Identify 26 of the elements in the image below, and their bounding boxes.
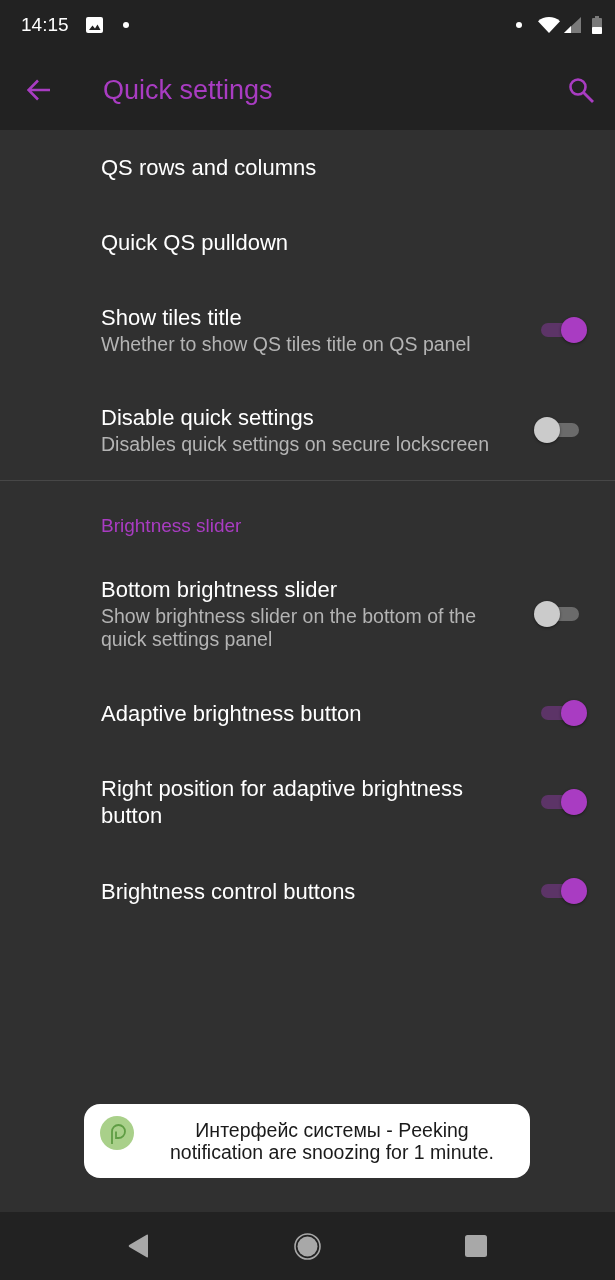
status-time: 14:15 — [21, 14, 69, 36]
toast-text: Интерфейс системы - Peeking notification are snoozing for 1 minute. — [168, 1119, 496, 1163]
setting-title[interactable]: QS rows and columns — [101, 154, 317, 181]
page-title: Quick settings — [103, 74, 273, 106]
back-arrow-icon[interactable] — [27, 79, 51, 101]
setting-title[interactable]: Brightness control buttons — [101, 877, 356, 905]
setting-title[interactable]: Quick QS pulldown — [101, 229, 289, 256]
category-title: Brightness slider — [101, 515, 242, 536]
setting-title[interactable]: Show tiles title — [101, 304, 242, 331]
wifi-icon — [538, 17, 560, 33]
notification-dot-icon — [516, 22, 522, 28]
setting-summary: Show brightness slider on the bottom of the quick settings panel — [101, 605, 478, 651]
setting-summary: Disables quick settings on secure lockscreen — [101, 433, 490, 456]
setting-summary: Whether to show QS tiles title on QS panel — [101, 333, 471, 356]
setting-title[interactable]: Bottom brightness slider — [101, 576, 337, 603]
signal-icon — [564, 17, 581, 33]
notification-dot-icon — [122, 22, 129, 28]
search-icon[interactable] — [568, 77, 594, 103]
setting-title[interactable]: Right position for adaptive brightness button — [101, 775, 511, 829]
app-logo-icon — [100, 1116, 134, 1150]
battery-icon — [592, 16, 602, 34]
image-icon — [85, 17, 103, 33]
back-icon[interactable] — [127, 1234, 149, 1258]
setting-title[interactable]: Adaptive brightness button — [101, 699, 362, 727]
setting-title[interactable]: Disable quick settings — [101, 404, 314, 431]
home-icon[interactable] — [293, 1232, 321, 1260]
